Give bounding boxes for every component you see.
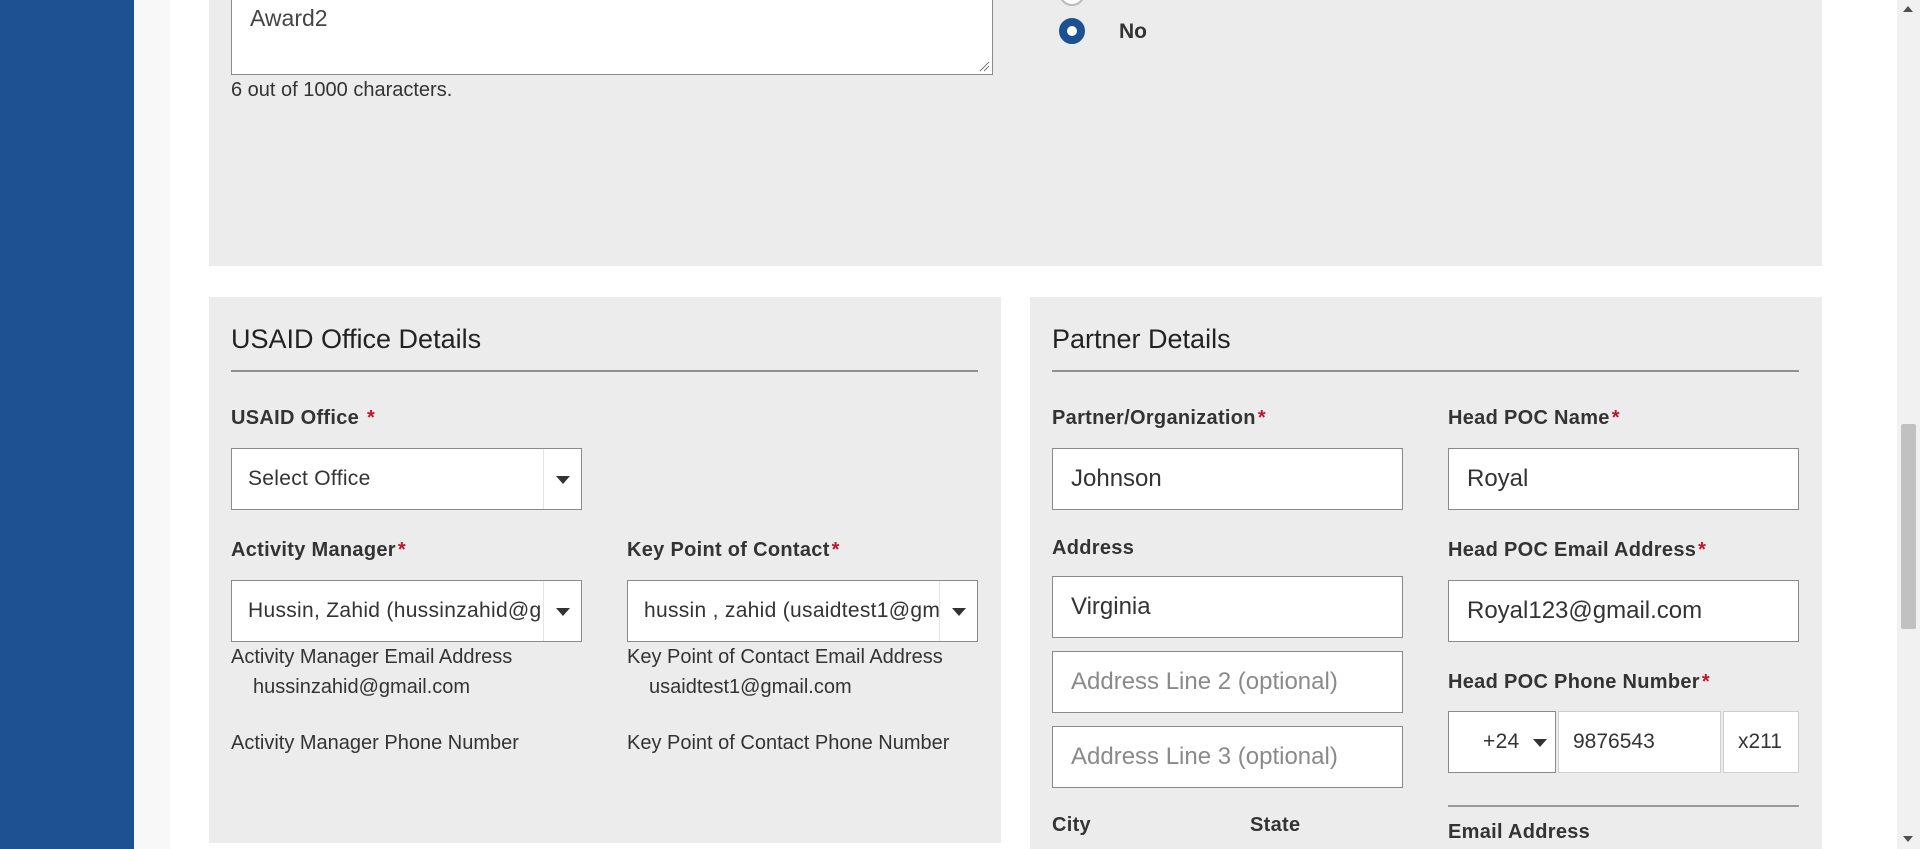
head-poc-phone-input[interactable]: 9876543: [1558, 711, 1721, 773]
required-asterisk: *: [366, 407, 376, 429]
required-asterisk: *: [831, 539, 840, 561]
usaid-office-details-panel: [209, 297, 1001, 843]
character-count: 6 out of 1000 characters.: [231, 79, 453, 101]
activity-manager-email-value: hussinzahid@gmail.com: [253, 676, 471, 698]
chevron-down-icon[interactable]: [543, 449, 581, 509]
award-textarea-value: Award2: [250, 5, 328, 31]
partner-organization-label: Partner/Organization *: [1052, 407, 1266, 429]
partner-organization-input[interactable]: Johnson: [1052, 448, 1403, 510]
scrollbar-thumb[interactable]: [1901, 424, 1916, 629]
address-label: Address: [1052, 537, 1135, 559]
city-label: City: [1052, 814, 1091, 836]
key-poc-phone-label: Key Point of Contact Phone Number: [627, 732, 950, 754]
scroll-down-arrow-icon[interactable]: [1903, 836, 1913, 842]
resize-grip-icon[interactable]: [978, 60, 990, 72]
required-asterisk: *: [1701, 671, 1710, 693]
key-poc-email-label: Key Point of Contact Email Address: [627, 646, 943, 668]
award-textarea[interactable]: Award2: [231, 0, 993, 75]
scroll-up-arrow-icon[interactable]: [1903, 6, 1913, 12]
activity-manager-select[interactable]: Hussin, Zahid (hussinzahid@g: [231, 580, 582, 642]
head-poc-name-input[interactable]: Royal: [1448, 448, 1799, 510]
head-poc-phone-extension[interactable]: x211: [1723, 711, 1799, 773]
activity-manager-selected: Hussin, Zahid (hussinzahid@g: [248, 599, 542, 622]
email-address-label: Email Address: [1448, 821, 1591, 843]
country-code-select[interactable]: +24: [1448, 711, 1556, 773]
key-poc-select[interactable]: hussin , zahid (usaidtest1@gm: [627, 580, 978, 642]
left-sidebar: [0, 0, 134, 849]
usaid-office-select[interactable]: Select Office: [231, 448, 582, 510]
head-poc-phone-label: Head POC Phone Number *: [1448, 671, 1710, 693]
address-line2-input[interactable]: Address Line 2 (optional): [1052, 651, 1403, 713]
chevron-down-icon[interactable]: [939, 581, 977, 641]
chevron-down-icon[interactable]: [1521, 712, 1555, 772]
chevron-down-icon[interactable]: [543, 581, 581, 641]
radio-no[interactable]: [1059, 18, 1085, 44]
state-label: State: [1250, 814, 1301, 836]
radio-no-label: No: [1119, 20, 1147, 43]
usaid-office-label: USAID Office *: [231, 407, 376, 429]
phone-section-divider: [1448, 805, 1799, 807]
partner-details-title: Partner Details: [1052, 324, 1231, 354]
activity-manager-label: Activity Manager *: [231, 539, 406, 561]
address-line3-input[interactable]: Address Line 3 (optional): [1052, 726, 1403, 788]
usaid-office-selected: Select Office: [248, 467, 371, 490]
required-asterisk: *: [397, 539, 406, 561]
head-poc-name-label: Head POC Name *: [1448, 407, 1620, 429]
required-asterisk: *: [1698, 539, 1707, 561]
head-poc-email-input[interactable]: Royal123@gmail.com: [1448, 580, 1799, 642]
key-poc-email-value: usaidtest1@gmail.com: [649, 676, 852, 698]
partner-section-divider: [1052, 370, 1799, 372]
head-poc-email-label: Head POC Email Address *: [1448, 539, 1707, 561]
address-line1-input[interactable]: Virginia: [1052, 576, 1403, 638]
key-poc-label: Key Point of Contact *: [627, 539, 840, 561]
required-asterisk: *: [1611, 407, 1620, 429]
key-poc-selected: hussin , zahid (usaidtest1@gm: [644, 599, 941, 622]
activity-manager-email-label: Activity Manager Email Address: [231, 646, 513, 668]
activity-manager-phone-label: Activity Manager Phone Number: [231, 732, 519, 754]
usaid-section-divider: [231, 370, 978, 372]
required-asterisk: *: [1257, 407, 1266, 429]
usaid-office-details-title: USAID Office Details: [231, 324, 482, 354]
country-code-selected: +24: [1483, 730, 1520, 753]
vertical-scrollbar[interactable]: [1897, 0, 1920, 849]
